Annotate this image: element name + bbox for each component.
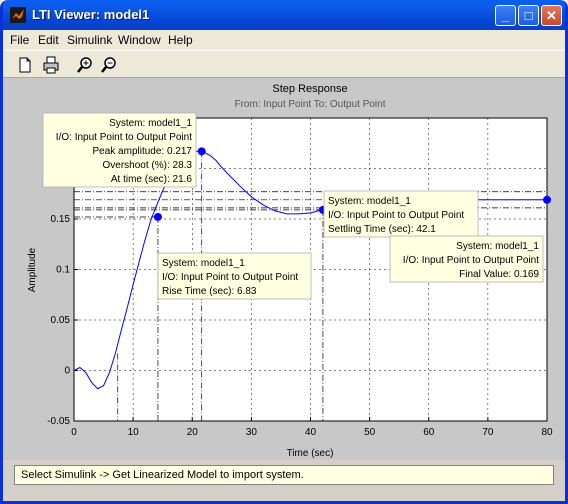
x-tick-label: 50 [364, 427, 376, 438]
x-tick-label: 20 [187, 427, 199, 438]
chart-subtitle: From: Input Point To: Output Point [234, 99, 385, 110]
close-button[interactable]: ✕ [541, 5, 562, 26]
x-tick-label: 70 [482, 427, 494, 438]
datatip-line: System: model1_1 [162, 258, 245, 269]
x-tick-label: 10 [128, 427, 140, 438]
x-tick-label: 0 [71, 427, 77, 438]
datatip-marker [153, 212, 162, 221]
datatip-rise[interactable]: System: model1_1 I/O: Input Point to Outp… [157, 252, 312, 300]
datatip-line: I/O: Input Point to Output Point [403, 255, 539, 266]
step-response-chart[interactable]: 01020304050607080-0.0500.050.10.150.2 Sy… [3, 78, 565, 460]
y-tick-label: -0.05 [47, 416, 70, 427]
datatip-marker [543, 195, 551, 204]
plot-area: 01020304050607080-0.0500.050.10.150.2 Sy… [3, 78, 565, 460]
datatip-line: Rise Time (sec): 6.83 [162, 286, 257, 297]
zoom-out-icon[interactable] [99, 55, 119, 75]
y-axis-label: Amplitude [27, 247, 38, 292]
x-tick-label: 30 [246, 427, 258, 438]
chart-title: Step Response [272, 83, 347, 95]
maximize-button[interactable]: □ [518, 5, 539, 26]
datatip-line: At time (sec): 21.6 [111, 174, 193, 185]
menu-simulink[interactable]: Simulink [67, 33, 112, 47]
datatip-line: System: model1_1 [328, 196, 411, 207]
lti-viewer-window: LTI Viewer: model1 _ □ ✕ File Edit Simul… [0, 0, 568, 504]
datatip-line: System: model1_1 [109, 118, 192, 129]
zoom-in-icon[interactable] [75, 55, 95, 75]
title-bar[interactable]: LTI Viewer: model1 _ □ ✕ [3, 0, 565, 30]
datatip-line: Peak amplitude: 0.217 [92, 146, 192, 157]
window-title: LTI Viewer: model1 [32, 7, 150, 22]
menu-window[interactable]: Window [118, 33, 161, 47]
x-tick-label: 40 [305, 427, 317, 438]
datatip-final-value[interactable]: System: model1_1 I/O: Input Point to Outp… [389, 235, 544, 283]
datatip-line: I/O: Input Point to Output Point [56, 132, 192, 143]
datatip-settling[interactable]: System: model1_1 I/O: Input Point to Outp… [323, 190, 479, 238]
x-tick-label: 60 [423, 427, 435, 438]
datatip-line: System: model1_1 [456, 241, 539, 252]
toolbar [3, 50, 565, 78]
x-tick-label: 80 [541, 427, 553, 438]
datatip-line: Overshoot (%): 28.3 [103, 160, 193, 171]
datatip-line: Settling Time (sec): 42.1 [328, 224, 436, 235]
y-tick-label: 0.15 [51, 214, 71, 225]
minimize-button[interactable]: _ [495, 5, 516, 26]
status-bar: Select Simulink -> Get Linearized Model … [14, 465, 554, 485]
x-axis-label: Time (sec) [287, 448, 334, 459]
datatip-line: I/O: Input Point to Output Point [328, 210, 464, 221]
matlab-logo-icon [10, 7, 26, 23]
datatip-line: I/O: Input Point to Output Point [162, 272, 298, 283]
menu-help[interactable]: Help [168, 33, 193, 47]
datatip-marker [197, 147, 206, 156]
datatip-line: Final Value: 0.169 [459, 269, 539, 280]
datatip-peak[interactable]: System: model1_1 I/O: Input Point to Outp… [42, 112, 197, 188]
menu-bar: File Edit Simulink Window Help [3, 30, 565, 50]
print-icon[interactable] [41, 55, 61, 75]
y-tick-label: 0.05 [51, 315, 71, 326]
menu-edit[interactable]: Edit [38, 33, 59, 47]
y-tick-label: 0 [64, 366, 70, 377]
new-file-icon[interactable] [15, 55, 35, 75]
y-tick-label: 0.1 [56, 265, 70, 276]
menu-file[interactable]: File [10, 33, 29, 47]
